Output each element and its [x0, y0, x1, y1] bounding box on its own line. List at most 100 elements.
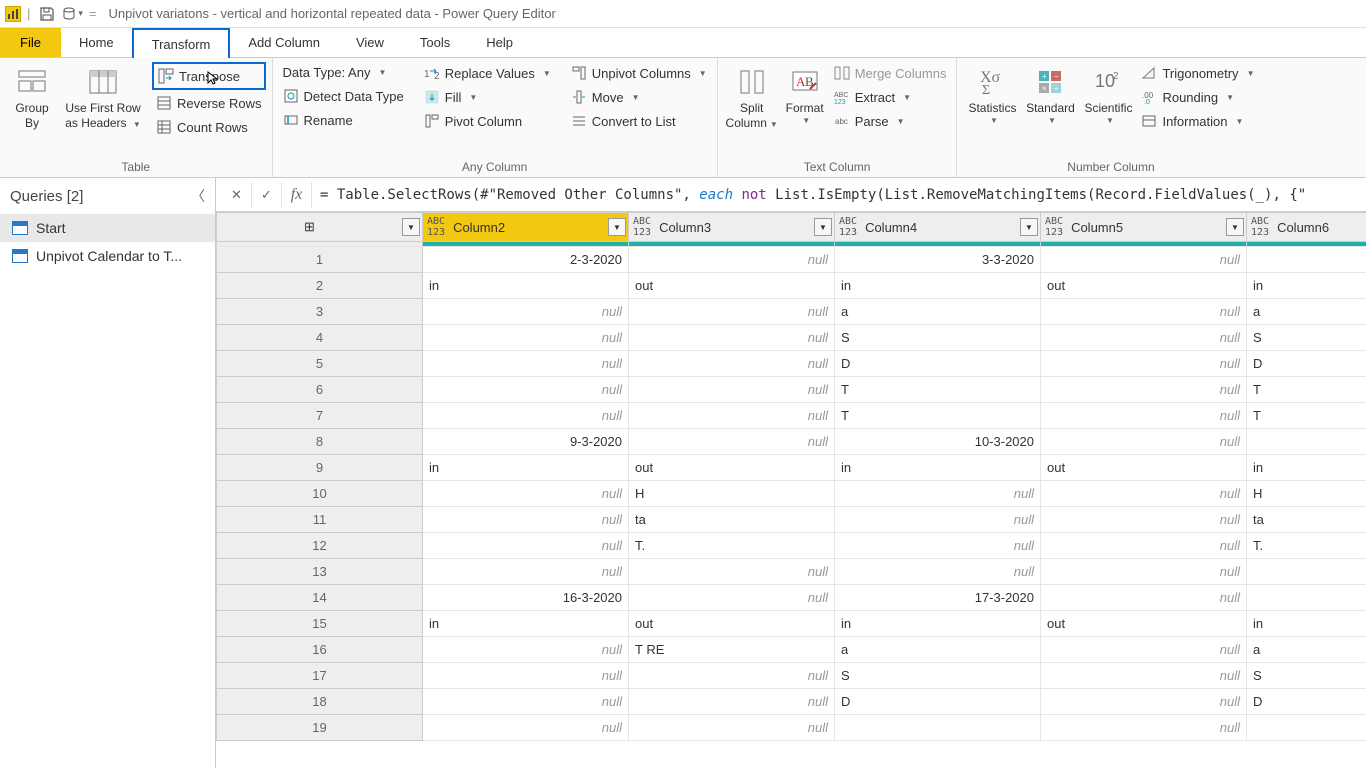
save-icon[interactable] [38, 5, 56, 23]
data-type-button[interactable]: Data Type: Any▼ [279, 62, 408, 83]
grid-cell[interactable]: D [1247, 351, 1366, 377]
grid-cell[interactable]: D [1247, 689, 1366, 715]
row-number[interactable]: 9 [217, 455, 423, 481]
grid-cell[interactable]: null [835, 559, 1041, 585]
grid-cell[interactable]: null [1041, 247, 1247, 273]
grid-cell[interactable]: D [835, 689, 1041, 715]
cancel-formula-button[interactable]: ✕ [222, 182, 252, 208]
unpivot-columns-button[interactable]: Unpivot Columns▼ [567, 62, 711, 84]
tab-help[interactable]: Help [468, 28, 531, 57]
row-number[interactable]: 4 [217, 325, 423, 351]
row-number[interactable]: 2 [217, 273, 423, 299]
grid-cell[interactable]: a [835, 299, 1041, 325]
row-number[interactable]: 18 [217, 689, 423, 715]
grid-cell[interactable]: null [629, 429, 835, 455]
grid-cell[interactable]: null [1041, 585, 1247, 611]
data-grid[interactable]: ⊞▼ABC123Column2▼ABC123Column3▼ABC123Colu… [216, 212, 1366, 768]
grid-cell[interactable]: in [1247, 611, 1366, 637]
column-header-Column2[interactable]: ABC123Column2▼ [423, 213, 629, 242]
grid-cell[interactable]: null [1041, 299, 1247, 325]
formula-text[interactable]: = Table.SelectRows(#"Removed Other Colum… [312, 187, 1366, 203]
grid-cell[interactable]: null [423, 559, 629, 585]
grid-cell[interactable]: null [1041, 689, 1247, 715]
grid-cell[interactable]: null [629, 299, 835, 325]
trigonometry-button[interactable]: Trigonometry▼ [1137, 62, 1258, 84]
row-number[interactable]: 15 [217, 611, 423, 637]
statistics-button[interactable]: XσΣ Statistics▼ [963, 62, 1021, 130]
standard-button[interactable]: +−×÷ Standard▼ [1021, 62, 1079, 130]
grid-cell[interactable]: null [629, 689, 835, 715]
grid-cell[interactable]: out [1041, 273, 1247, 299]
grid-cell[interactable]: null [423, 377, 629, 403]
row-number[interactable]: 5 [217, 351, 423, 377]
merge-columns-button[interactable]: Merge Columns [830, 62, 951, 84]
grid-cell[interactable]: 17-3-2020 [835, 585, 1041, 611]
grid-cell[interactable]: null [629, 325, 835, 351]
grid-cell[interactable]: null [423, 533, 629, 559]
row-number[interactable]: 19 [217, 715, 423, 741]
row-number[interactable]: 14 [217, 585, 423, 611]
grid-cell[interactable]: a [1247, 637, 1366, 663]
grid-cell[interactable]: null [423, 351, 629, 377]
extract-button[interactable]: ABC123Extract▼ [830, 86, 951, 108]
information-button[interactable]: Information▼ [1137, 110, 1258, 132]
group-by-button[interactable]: GroupBy [6, 62, 58, 135]
row-number[interactable]: 17 [217, 663, 423, 689]
grid-cell[interactable]: 2-3-2020 [423, 247, 629, 273]
grid-cell[interactable]: null [1041, 715, 1247, 741]
grid-cell[interactable]: T [1247, 403, 1366, 429]
transpose-button[interactable]: Transpose [152, 62, 266, 90]
grid-cell[interactable]: null [835, 533, 1041, 559]
grid-cell[interactable]: null [629, 585, 835, 611]
grid-cell[interactable]: 3-3-2020 [835, 247, 1041, 273]
file-menu[interactable]: File [0, 28, 61, 57]
grid-cell[interactable]: a [1247, 299, 1366, 325]
grid-cell[interactable]: null [1041, 637, 1247, 663]
grid-cell[interactable]: out [629, 455, 835, 481]
grid-cell[interactable]: null [629, 715, 835, 741]
grid-cell[interactable]: 18-3-2020 [1247, 585, 1366, 611]
grid-cell[interactable]: S [1247, 325, 1366, 351]
grid-cell[interactable]: in [835, 611, 1041, 637]
data-source-icon[interactable] [60, 5, 78, 23]
grid-cell[interactable]: null [1041, 351, 1247, 377]
accept-formula-button[interactable]: ✓ [252, 182, 282, 208]
row-number[interactable]: 13 [217, 559, 423, 585]
row-number[interactable]: 7 [217, 403, 423, 429]
row-number[interactable]: 3 [217, 299, 423, 325]
grid-cell[interactable]: S [1247, 663, 1366, 689]
rename-button[interactable]: Rename [279, 109, 408, 131]
grid-cell[interactable]: out [1041, 455, 1247, 481]
rounding-button[interactable]: .00.0Rounding▼ [1137, 86, 1258, 108]
grid-cell[interactable]: null [423, 507, 629, 533]
pivot-column-button[interactable]: Pivot Column [420, 110, 555, 132]
grid-cell[interactable]: 4-3-2020 [1247, 247, 1366, 273]
grid-cell[interactable]: null [629, 247, 835, 273]
fill-button[interactable]: Fill▼ [420, 86, 555, 108]
grid-cell[interactable]: H [629, 481, 835, 507]
column-header-Column6[interactable]: ABC123Column6▼ [1247, 213, 1366, 242]
grid-cell[interactable]: T [835, 403, 1041, 429]
grid-cell[interactable]: null [423, 663, 629, 689]
grid-cell[interactable]: null [1041, 377, 1247, 403]
grid-cell[interactable]: in [423, 611, 629, 637]
grid-cell[interactable]: S [835, 663, 1041, 689]
convert-to-list-button[interactable]: Convert to List [567, 110, 711, 132]
grid-cell[interactable]: D [835, 351, 1041, 377]
grid-cell[interactable]: ta [1247, 507, 1366, 533]
grid-cell[interactable]: null [1041, 533, 1247, 559]
column-header-Column4[interactable]: ABC123Column4▼ [835, 213, 1041, 242]
grid-cell[interactable]: in [835, 455, 1041, 481]
row-number[interactable]: 11 [217, 507, 423, 533]
collapse-icon[interactable]: 〈 [191, 186, 205, 206]
grid-cell[interactable]: null [1041, 507, 1247, 533]
grid-cell[interactable] [835, 715, 1041, 741]
move-button[interactable]: Move▼ [567, 86, 711, 108]
grid-corner[interactable]: ⊞▼ [217, 213, 423, 242]
grid-cell[interactable]: null [1041, 325, 1247, 351]
grid-cell[interactable]: in [1247, 455, 1366, 481]
grid-cell[interactable]: out [629, 273, 835, 299]
row-number[interactable]: 6 [217, 377, 423, 403]
grid-cell[interactable]: T. [1247, 533, 1366, 559]
reverse-rows-button[interactable]: Reverse Rows [152, 92, 266, 114]
